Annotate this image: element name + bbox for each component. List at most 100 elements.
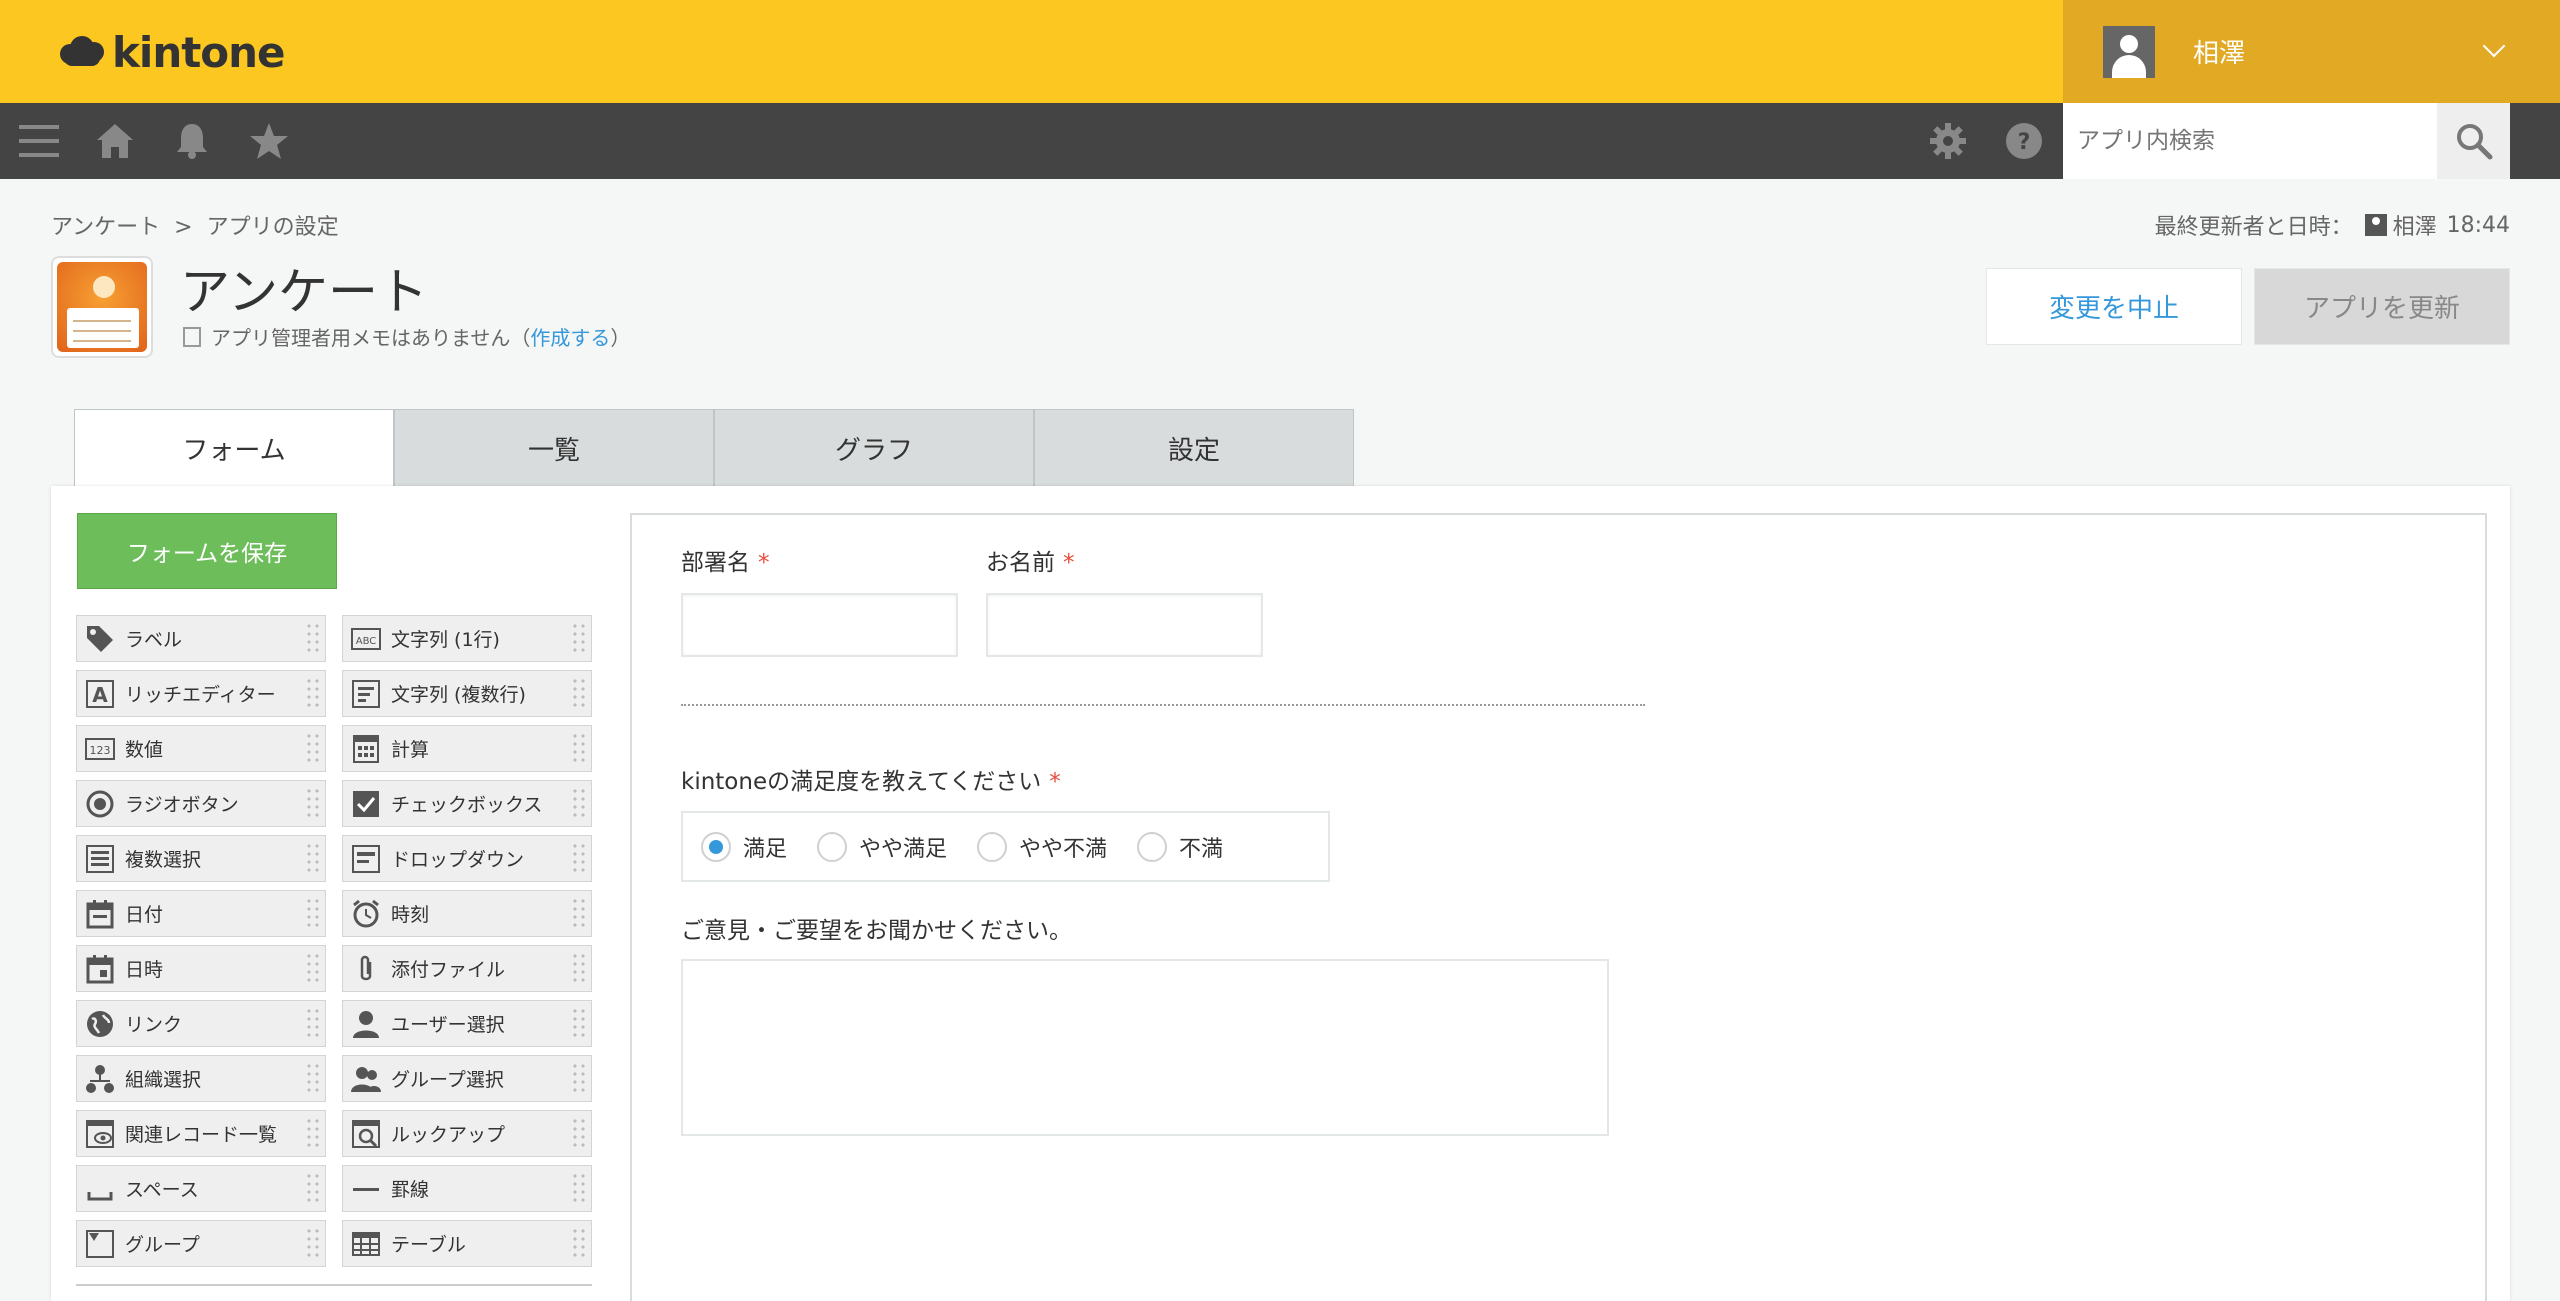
palette-item-group-select[interactable]: グループ選択 — [342, 1055, 592, 1102]
drag-handle-icon[interactable] — [305, 1172, 321, 1206]
drag-handle-icon[interactable] — [571, 952, 587, 986]
drag-handle-icon[interactable] — [571, 1172, 587, 1206]
tab-form[interactable]: フォーム — [74, 409, 394, 487]
user-menu[interactable]: 相澤 — [2063, 0, 2560, 103]
palette-item-text: チェックボックス — [391, 794, 543, 816]
search-icon — [2456, 124, 2492, 160]
drag-handle-icon[interactable] — [305, 842, 321, 876]
drag-handle-icon[interactable] — [305, 952, 321, 986]
space-icon — [83, 1172, 117, 1206]
drag-handle-icon[interactable] — [305, 1062, 321, 1096]
radio-button[interactable] — [817, 831, 848, 862]
star-icon[interactable] — [248, 103, 290, 179]
drag-handle-icon[interactable] — [305, 1117, 321, 1151]
palette-item-user[interactable]: ユーザー選択 — [342, 1000, 592, 1047]
palette-item-space[interactable]: スペース — [76, 1165, 326, 1212]
palette-item-text-multi[interactable]: 文字列 (複数行) — [342, 670, 592, 717]
dept-input[interactable] — [681, 593, 958, 657]
palette-item-checkbox[interactable]: チェックボックス — [342, 780, 592, 827]
update-app-button[interactable]: アプリを更新 — [2254, 268, 2510, 345]
palette-item-text: 関連レコード一覧 — [125, 1124, 278, 1146]
drag-handle-icon[interactable] — [305, 622, 321, 656]
rule-icon — [349, 1172, 383, 1206]
drag-handle-icon[interactable] — [571, 1117, 587, 1151]
name-field-label: お名前 * — [986, 543, 1075, 577]
palette-item-label[interactable]: ラベル — [76, 615, 326, 662]
palette-item-datetime[interactable]: 日時 — [76, 945, 326, 992]
palette-item-table[interactable]: テーブル — [342, 1220, 592, 1267]
drag-handle-icon[interactable] — [305, 1227, 321, 1261]
palette-item-text-single[interactable]: ABC 文字列 (1行) — [342, 615, 592, 662]
kintone-logo[interactable]: kintone — [56, 26, 286, 78]
palette-item-text: 計算 — [391, 739, 430, 761]
tab-list[interactable]: 一覧 — [394, 409, 714, 487]
breadcrumb-app[interactable]: アンケート — [51, 215, 160, 240]
palette-item-org[interactable]: 組織選択 — [76, 1055, 326, 1102]
search-button[interactable] — [2437, 103, 2510, 179]
last-updated-time: 18:44 — [2446, 212, 2510, 238]
radio-button[interactable] — [977, 831, 1008, 862]
drag-handle-icon[interactable] — [571, 1227, 587, 1261]
drag-handle-icon[interactable] — [305, 732, 321, 766]
logo-text: kintone — [112, 27, 286, 77]
page-title: アンケート — [180, 263, 428, 321]
drag-handle-icon[interactable] — [571, 1007, 587, 1041]
menu-icon[interactable] — [18, 103, 60, 179]
home-icon[interactable] — [94, 103, 136, 179]
palette-item-attachment[interactable]: 添付ファイル — [342, 945, 592, 992]
drag-handle-icon[interactable] — [305, 677, 321, 711]
help-icon[interactable]: ? — [2004, 103, 2044, 179]
radio-button[interactable] — [1137, 831, 1168, 862]
drag-handle-icon[interactable] — [571, 787, 587, 821]
drag-handle-icon[interactable] — [571, 732, 587, 766]
last-updated: 最終更新者と日時： 相澤 18:44 — [2155, 209, 2510, 241]
memo-text: アプリ管理者用メモはありません（ — [211, 326, 531, 350]
gear-icon[interactable] — [1928, 103, 1968, 179]
palette-item-dropdown[interactable]: ドロップダウン — [342, 835, 592, 882]
palette-item-text: 文字列 (複数行) — [391, 684, 526, 706]
palette-item-number[interactable]: 123 数値 — [76, 725, 326, 772]
radio-option[interactable]: 不満 — [1137, 831, 1223, 863]
comment-textarea[interactable] — [681, 959, 1609, 1136]
palette-item-rule[interactable]: 罫線 — [342, 1165, 592, 1212]
drag-handle-icon[interactable] — [305, 897, 321, 931]
number-icon: 123 — [83, 732, 117, 766]
drag-handle-icon[interactable] — [571, 842, 587, 876]
palette-item-rich-editor[interactable]: A リッチエディター — [76, 670, 326, 717]
drag-handle-icon[interactable] — [305, 1007, 321, 1041]
palette-item-date[interactable]: 日付 — [76, 890, 326, 937]
drag-handle-icon[interactable] — [571, 897, 587, 931]
palette-item-text: グループ — [125, 1234, 200, 1256]
drag-handle-icon[interactable] — [571, 1062, 587, 1096]
drag-handle-icon[interactable] — [571, 622, 587, 656]
palette-item-link[interactable]: リンク — [76, 1000, 326, 1047]
palette-item-lookup[interactable]: ルックアップ — [342, 1110, 592, 1157]
radio-option[interactable]: やや満足 — [817, 831, 947, 863]
palette-item-multi-select[interactable]: 複数選択 — [76, 835, 326, 882]
breadcrumb: アンケート > アプリの設定 — [51, 209, 339, 241]
palette-item-related-records[interactable]: 関連レコード一覧 — [76, 1110, 326, 1157]
radio-option[interactable]: 満足 — [701, 831, 787, 863]
palette-item-text: 文字列 (1行) — [391, 629, 500, 651]
palette-item-radio[interactable]: ラジオボタン — [76, 780, 326, 827]
name-input[interactable] — [986, 593, 1263, 657]
palette-item-calc[interactable]: 計算 — [342, 725, 592, 772]
radio-option[interactable]: やや不満 — [977, 831, 1107, 863]
create-memo-link[interactable]: 作成する — [530, 322, 610, 351]
last-updated-user[interactable]: 相澤 — [2393, 209, 2437, 241]
cloud-logo-icon — [56, 32, 106, 72]
cancel-changes-button[interactable]: 変更を中止 — [1986, 268, 2242, 345]
drag-handle-icon[interactable] — [571, 677, 587, 711]
radio-label: やや不満 — [1019, 836, 1108, 862]
radio-button-selected[interactable] — [701, 831, 731, 862]
tab-graph[interactable]: グラフ — [714, 409, 1034, 487]
tab-settings[interactable]: 設定 — [1034, 409, 1354, 487]
bell-icon[interactable] — [172, 103, 212, 179]
palette-item-time[interactable]: 時刻 — [342, 890, 592, 937]
comment-field-label: ご意見・ご要望をお聞かせください。 — [681, 918, 1072, 944]
palette-item-group[interactable]: グループ — [76, 1220, 326, 1267]
drag-handle-icon[interactable] — [305, 787, 321, 821]
search-input[interactable] — [2077, 128, 2417, 154]
svg-text:A: A — [92, 683, 108, 707]
save-form-button[interactable]: フォームを保存 — [77, 513, 337, 589]
